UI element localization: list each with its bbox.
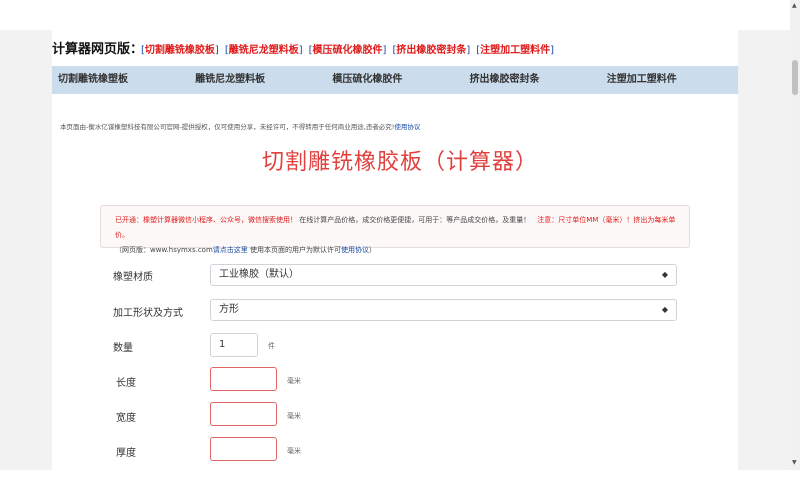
length-unit: 毫米 [287, 377, 301, 385]
top-links: [切割雕铣橡胶板] [雕铣尼龙塑料板] [模压硫化橡胶件] [挤出橡胶密封条] [注塑加… [141, 45, 555, 56]
length-input[interactable] [210, 367, 277, 391]
top-link-1[interactable]: 雕铣尼龙塑料板 [229, 45, 299, 56]
scrollbar-thumb[interactable] [792, 60, 798, 95]
license-link[interactable]: 使用协议 [394, 123, 420, 131]
nav-item-extruded-seal[interactable]: 挤出橡胶密封条 [464, 66, 601, 94]
top-link-4[interactable]: 注塑加工塑料件 [480, 45, 550, 56]
thickness-input[interactable] [210, 437, 277, 461]
scroll-down-icon[interactable]: ▼ [792, 459, 797, 466]
width-label: 宽度 [116, 413, 136, 424]
thickness-label: 厚度 [116, 448, 136, 459]
license-notice: 本页面由-衡水亿谋橡塑科技有限公司官网-提供授权，仅可使用分享，未经许可，不得转… [60, 123, 421, 131]
nav-item-injection-plastic[interactable]: 注塑加工塑料件 [601, 66, 738, 94]
main-nav: 切割雕铣橡塑板 雕铣尼龙塑料板 模压硫化橡胶件 挤出橡胶密封条 注塑加工塑料件 [52, 66, 738, 94]
quantity-input[interactable]: 1 [210, 333, 258, 357]
material-label: 橡塑材质 [113, 272, 153, 283]
width-input[interactable] [210, 402, 277, 426]
top-link-2[interactable]: 模压硫化橡胶件 [313, 45, 383, 56]
top-bar [0, 0, 790, 30]
width-unit: 毫米 [287, 412, 301, 420]
top-link-3[interactable]: 挤出橡胶密封条 [396, 45, 466, 56]
click-here-link[interactable]: 请点击这里 [213, 246, 248, 254]
quantity-label: 数量 [113, 343, 133, 354]
shape-select[interactable]: 方形 ◆ [210, 299, 677, 321]
scroll-up-icon[interactable]: ▲ [792, 2, 797, 9]
shape-label: 加工形状及方式 [113, 308, 183, 319]
info-box: 已开通：橡塑计算器微信小程序、公众号，微信搜索使用！ 在线计算产品价格，成交价格… [100, 205, 690, 254]
usage-agreement-link[interactable]: 使用协议 [341, 246, 369, 254]
material-select[interactable]: 工业橡胶（默认） ◆ [210, 264, 677, 286]
select-arrows-icon: ◆ [661, 305, 668, 314]
nav-item-molded-rubber[interactable]: 模压硫化橡胶件 [326, 66, 463, 94]
length-label: 长度 [116, 378, 136, 389]
top-link-0[interactable]: 切割雕铣橡胶板 [145, 45, 215, 56]
quantity-unit: 件 [268, 342, 275, 350]
nav-item-nylon-sheet[interactable]: 雕铣尼龙塑料板 [189, 66, 326, 94]
nav-item-rubber-sheet[interactable]: 切割雕铣橡塑板 [52, 66, 189, 94]
calculator-title: 计算器网页版： [52, 42, 144, 57]
page-title: 切割雕铣橡胶板（计算器） [261, 150, 538, 175]
select-arrows-icon: ◆ [661, 270, 668, 279]
bottom-strip [0, 470, 800, 500]
thickness-unit: 毫米 [287, 447, 301, 455]
